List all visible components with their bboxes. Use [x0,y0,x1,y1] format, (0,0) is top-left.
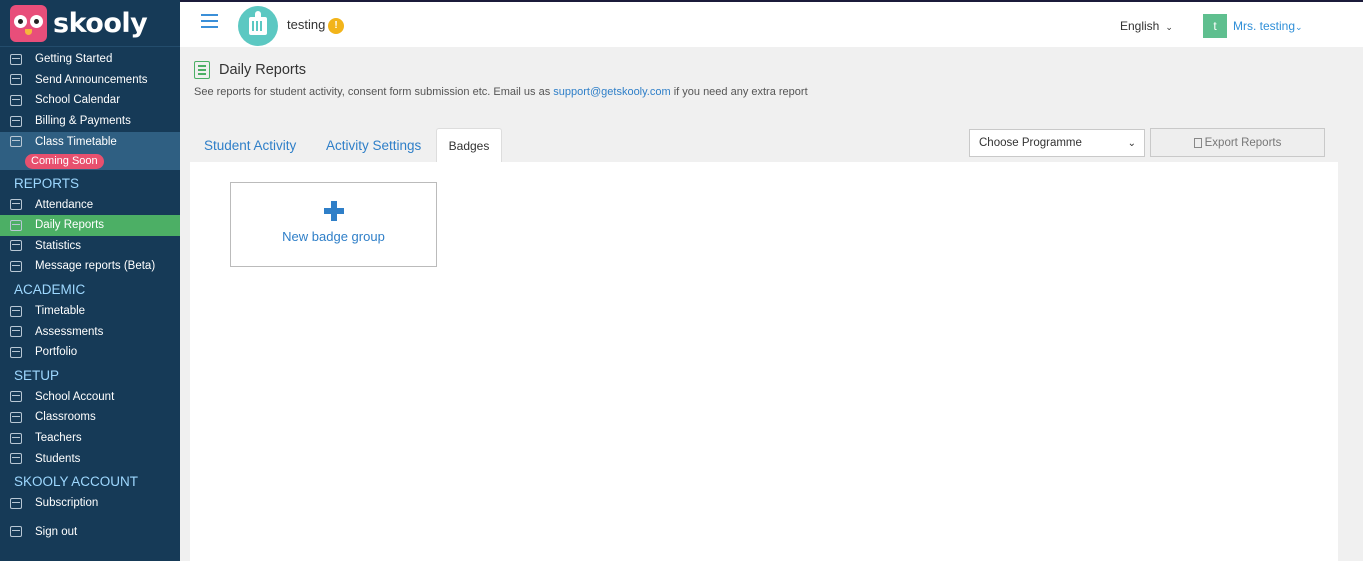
sidebar-item-daily-reports[interactable]: Daily Reports [0,214,180,236]
chevron-down-icon: ⌄ [1127,138,1136,149]
report-icon [10,219,22,231]
report-list-icon [194,61,210,79]
calendar-icon [10,346,22,358]
section-title-skooly-account: SKOOLY ACCOUNT [14,474,139,490]
home-icon [10,53,22,65]
sidebar-item-classrooms[interactable]: Classrooms [0,407,180,428]
support-email-link[interactable]: support@getskooly.com [553,86,670,98]
tab-student-activity[interactable]: Student Activity [204,129,296,162]
section-title-academic: ACADEMIC [14,282,86,298]
logo[interactable]: skooly [0,0,180,47]
chart-icon [10,240,22,252]
report-icon [10,260,22,272]
sidebar-item-school-account[interactable]: School Account [0,387,180,408]
sidebar-item-message-reports[interactable]: Message reports (Beta) [0,256,180,277]
language-selector[interactable]: English ⌄ [1120,19,1173,33]
school-building-icon [249,11,267,35]
sidebar-item-timetable[interactable]: Timetable [0,301,180,322]
main-content: Daily Reports See reports for student ac… [180,47,1363,561]
chevron-down-icon: ⌄ [1295,22,1303,32]
owl-logo-icon [10,4,47,42]
new-badge-group-card[interactable]: New badge group [230,182,437,267]
new-badge-group-label: New badge group [282,229,385,244]
sidebar-item-assessments[interactable]: Assessments [0,321,180,342]
calendar-icon [10,305,22,317]
sidebar-item-send-announcements[interactable]: Send Announcements [0,70,180,91]
warning-badge[interactable]: ! [328,18,344,34]
calendar-icon [10,136,22,148]
badges-panel: New badge group [190,162,1338,561]
sidebar-item-statistics[interactable]: Statistics [0,236,180,257]
chevron-down-icon: ⌄ [1165,22,1173,32]
card-icon [10,115,22,127]
export-file-icon [1193,137,1202,148]
classroom-icon [10,411,22,423]
sidebar-item-teachers[interactable]: Teachers [0,428,180,449]
school-avatar[interactable] [238,6,278,46]
calendar-icon [10,94,22,106]
programme-select[interactable]: Choose Programme ⌄ [969,129,1145,157]
user-avatar[interactable]: t [1203,14,1227,38]
teacher-icon [10,432,22,444]
sidebar-item-portfolio[interactable]: Portfolio [0,342,180,363]
sidebar-item-attendance[interactable]: Attendance [0,194,180,215]
sidebar-item-billing-payments[interactable]: Billing & Payments [0,111,180,132]
sidebar-item-getting-started[interactable]: Getting Started [0,49,180,70]
school-icon [10,391,22,403]
sidebar-item-school-calendar[interactable]: School Calendar [0,90,180,111]
sign-out-icon [10,526,22,538]
tab-activity-settings[interactable]: Activity Settings [326,129,421,162]
tab-badges[interactable]: Badges [436,128,502,162]
hamburger-menu-icon[interactable] [201,14,218,28]
sidebar-item-students[interactable]: Students [0,448,180,469]
page-title: Daily Reports [219,62,307,78]
sidebar: skooly Getting Started Send Announcement… [0,0,180,561]
sidebar-item-sign-out[interactable]: Sign out [0,522,180,543]
bookmark-icon [10,497,22,509]
logo-text: skooly [53,7,148,39]
student-icon [10,453,22,465]
coming-soon-badge: Coming Soon [25,154,104,170]
sidebar-item-subscription[interactable]: Subscription [0,493,180,514]
section-title-setup: SETUP [14,368,60,384]
section-title-reports: REPORTS [14,175,80,191]
report-icon [10,199,22,211]
school-name[interactable]: testing [287,17,325,32]
megaphone-icon [10,74,22,86]
top-header: testing ! English ⌄ t Mrs. testing⌄ [180,0,1363,47]
calendar-icon [10,326,22,338]
sidebar-item-class-timetable[interactable]: Class Timetable Coming Soon [0,132,180,171]
page-description: See reports for student activity, consen… [194,86,808,98]
export-reports-button[interactable]: Export Reports [1150,128,1325,157]
user-menu[interactable]: Mrs. testing⌄ [1233,19,1303,33]
plus-icon [324,201,344,221]
